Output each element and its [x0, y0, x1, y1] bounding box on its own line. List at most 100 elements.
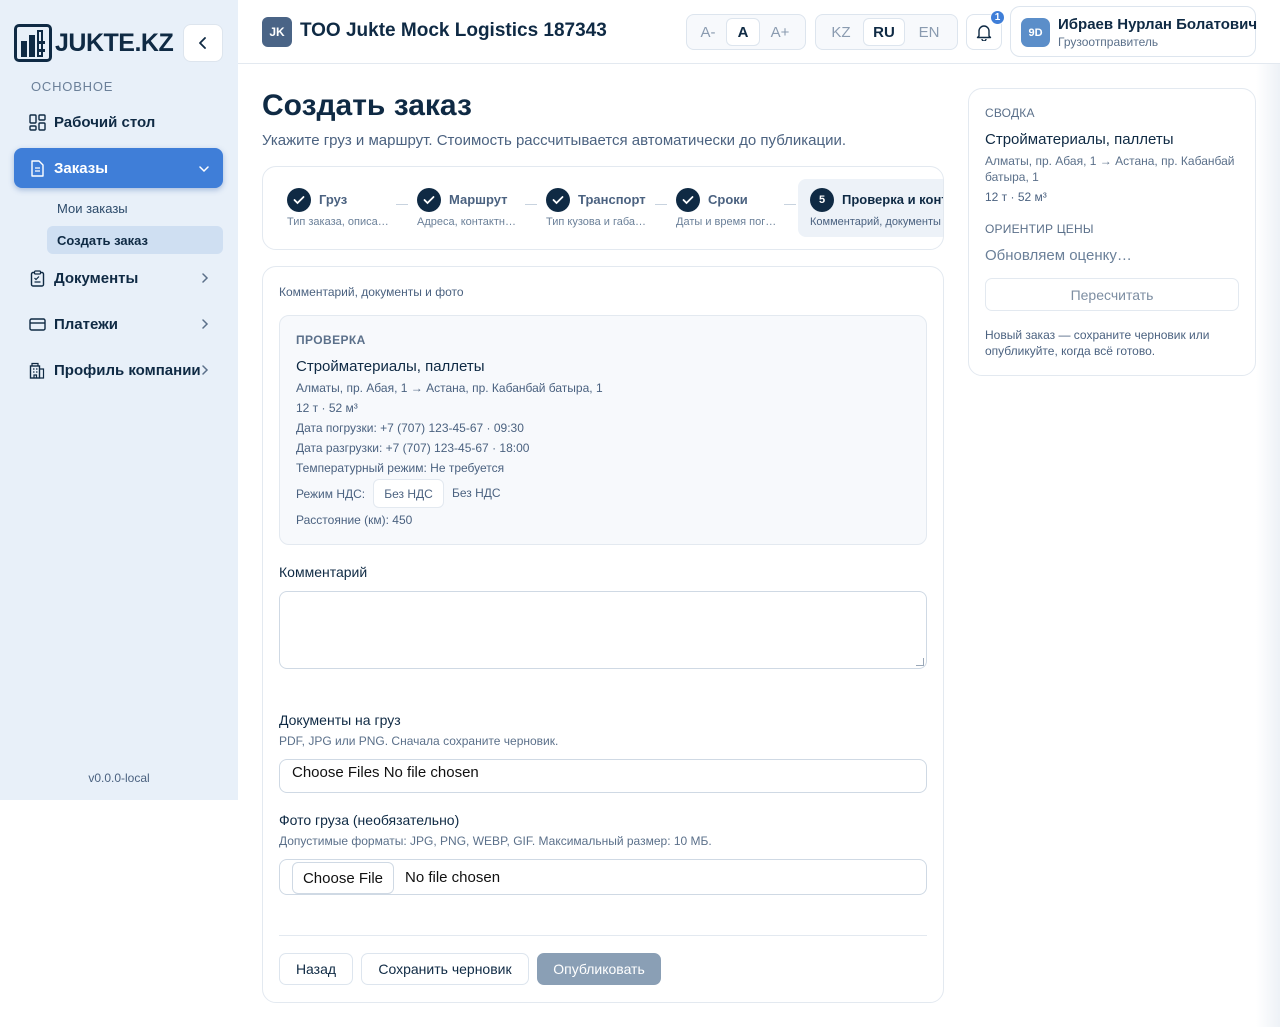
step-title: Сроки: [708, 192, 748, 207]
chevron-left-icon: [199, 37, 206, 49]
notifications-count-badge: 1: [990, 10, 1005, 25]
step-review[interactable]: 5 Проверка и контакты Комментарий, докум…: [798, 179, 943, 237]
review-route: Алматы, пр. Абая, 1 → Астана, пр. Кабанб…: [296, 381, 603, 395]
step-separator: [784, 204, 796, 205]
font-size-decrease[interactable]: A-: [690, 18, 726, 46]
review-loading-date: Дата погрузки: +7 (707) 123-45-67 · 09:3…: [296, 421, 524, 435]
recalculate-button[interactable]: Пересчитать: [985, 278, 1239, 311]
font-size-switcher: A- A A+: [686, 14, 806, 50]
font-size-default[interactable]: A: [726, 18, 760, 46]
logo-icon: [14, 24, 52, 62]
top-header: JK ТОО Jukte Mock Logistics 187343 A- A …: [238, 0, 1280, 64]
photo-label: Фото груза (необязательно): [279, 812, 460, 828]
summary-panel: СВОДКА Стройматериалы, паллеты Алматы, п…: [968, 88, 1256, 376]
documents-label: Документы на груз: [279, 712, 401, 728]
building-icon: [28, 361, 46, 379]
documents-file-input[interactable]: Choose Files No file chosen: [279, 759, 927, 793]
documents-hint: PDF, JPG или PNG. Сначала сохраните черн…: [279, 734, 559, 748]
resize-handle-icon[interactable]: [916, 658, 924, 666]
font-size-increase[interactable]: A+: [760, 18, 800, 46]
step-transport[interactable]: Транспорт Тип кузова и габариты: [534, 179, 658, 237]
sidebar-item-label: Рабочий стол: [54, 113, 156, 131]
sidebar-item-label: Заказы: [54, 159, 109, 177]
review-distance: Расстояние (км): 450: [296, 513, 413, 527]
logo[interactable]: JUKTE.KZ: [14, 24, 174, 62]
vat-mode-badge: Без НДС: [373, 479, 444, 508]
step-title: Проверка и контакты: [842, 192, 943, 207]
sidebar-item-dashboard[interactable]: Рабочий стол: [14, 102, 223, 142]
check-icon: [546, 188, 570, 212]
step-description: Комментарий, документы и фото: [810, 216, 943, 228]
lang-ru[interactable]: RU: [863, 18, 905, 46]
user-role: Грузоотправитель: [1058, 35, 1159, 49]
form-section-caption: Комментарий, документы и фото: [279, 285, 464, 299]
chevron-right-icon: [201, 270, 209, 286]
summary-dimensions: 12 т · 52 м³: [985, 190, 1047, 204]
step-dates[interactable]: Сроки Даты и время погрузки: [664, 179, 788, 237]
price-estimate-status: Обновляем оценку…: [985, 247, 1132, 264]
avatar: 9D: [1021, 18, 1050, 47]
step-number: 5: [810, 188, 834, 212]
step-title: Груз: [319, 192, 348, 207]
step-description: Тип кузова и габариты: [546, 216, 652, 228]
choose-file-button[interactable]: Choose File: [292, 862, 394, 894]
step-route[interactable]: Маршрут Адреса, контактные лица: [405, 179, 529, 237]
bell-icon: [976, 25, 992, 41]
save-draft-button[interactable]: Сохранить черновик: [361, 953, 529, 985]
lang-en[interactable]: EN: [905, 18, 953, 46]
step-description: Адреса, контактные лица: [417, 216, 523, 228]
summary-route: Алматы, пр. Абая, 1 → Астана, пр. Кабанб…: [985, 154, 1235, 184]
dashboard-icon: [28, 113, 46, 131]
sidebar-item-payments[interactable]: Платежи: [14, 304, 223, 344]
sidebar-subitem-create-order[interactable]: Создать заказ: [47, 226, 223, 254]
order-stepper: Груз Тип заказа, описание груза Маршрут …: [262, 166, 944, 250]
sidebar-item-orders[interactable]: Заказы: [14, 148, 223, 188]
user-name: Ибраев Нурлан Болатович: [1058, 16, 1258, 33]
sidebar-section-label: ОСНОВНОЕ: [31, 79, 114, 94]
review-unloading-date: Дата разгрузки: +7 (707) 123-45-67 · 18:…: [296, 441, 530, 455]
check-icon: [417, 188, 441, 212]
lang-kz[interactable]: KZ: [819, 18, 863, 46]
step-cargo[interactable]: Груз Тип заказа, описание груза: [275, 179, 399, 237]
sidebar-subitem-my-orders[interactable]: Мои заказы: [47, 194, 223, 222]
photo-hint: Допустимые форматы: JPG, PNG, WEBP, GIF.…: [279, 834, 712, 848]
review-temperature: Температурный режим: Не требуется: [296, 461, 505, 475]
org-name: ТОО Jukte Mock Logistics 187343: [300, 20, 607, 41]
summary-note: Новый заказ — сохраните черновик или опу…: [985, 328, 1210, 358]
file-status: No file chosen: [405, 869, 501, 886]
edge-shadow: [1256, 64, 1280, 1027]
order-form-card: Комментарий, документы и фото ПРОВЕРКА С…: [262, 266, 944, 1003]
step-title: Маршрут: [449, 192, 508, 207]
collapse-sidebar-button[interactable]: [183, 24, 223, 62]
back-button[interactable]: Назад: [279, 953, 353, 985]
logo-text: JUKTE.KZ: [55, 28, 174, 57]
chevron-down-icon: [199, 160, 209, 176]
review-label: ПРОВЕРКА: [296, 333, 366, 347]
clipboard-icon: [28, 269, 46, 287]
review-panel: ПРОВЕРКА Стройматериалы, паллеты Алматы,…: [279, 315, 927, 545]
document-icon: [28, 159, 46, 177]
step-description: Даты и время погрузки: [676, 216, 782, 228]
page-subtitle: Укажите груз и маршрут. Стоимость рассчи…: [262, 132, 847, 149]
page-title: Создать заказ: [262, 89, 472, 122]
review-vat-label: Режим НДС:: [296, 487, 366, 501]
publish-button[interactable]: Опубликовать: [537, 953, 661, 985]
comment-label: Комментарий: [279, 564, 368, 580]
sidebar-item-label: Документы: [54, 269, 139, 287]
step-description: Тип заказа, описание груза: [287, 216, 393, 228]
sidebar-item-label: Платежи: [54, 315, 118, 333]
sidebar-item-label: Профиль компании: [54, 361, 201, 379]
form-divider: [279, 935, 927, 936]
check-icon: [287, 188, 311, 212]
comment-textarea[interactable]: [279, 591, 927, 669]
vat-mode-value: Без НДС: [452, 486, 501, 500]
sidebar-item-documents[interactable]: Документы: [14, 258, 223, 298]
photo-file-input: Choose File No file chosen: [279, 859, 927, 895]
sidebar-item-company-profile[interactable]: Профиль компании: [14, 350, 223, 390]
chevron-right-icon: [201, 362, 209, 378]
summary-cargo-title: Стройматериалы, паллеты: [985, 131, 1174, 148]
sidebar: JUKTE.KZ ОСНОВНОЕ Рабочий стол Заказы Мо…: [0, 0, 238, 800]
chevron-right-icon: [201, 316, 209, 332]
review-dimensions: 12 т · 52 м³: [296, 401, 358, 415]
user-menu[interactable]: 9D Ибраев Нурлан Болатович Грузоотправит…: [1010, 6, 1258, 57]
